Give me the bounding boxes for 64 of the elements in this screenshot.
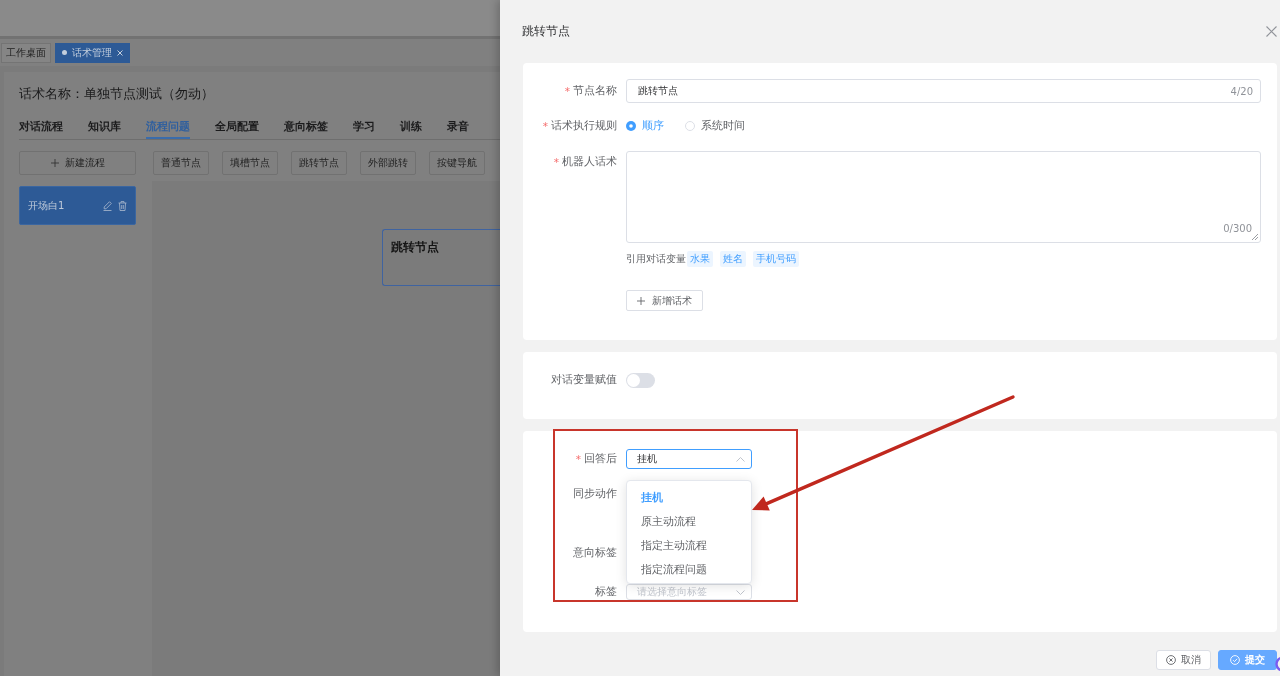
- trash-icon[interactable]: [118, 200, 127, 211]
- variables-label: 引用对话变量: [626, 252, 686, 266]
- dropdown-option[interactable]: 挂机: [627, 485, 751, 509]
- radio-icon[interactable]: [626, 121, 636, 131]
- plus-icon: [637, 296, 645, 305]
- required-mark: *: [564, 85, 570, 97]
- radio-option[interactable]: 系统时间: [685, 119, 745, 133]
- field-label: 节点名称: [573, 84, 617, 98]
- nav-tab[interactable]: 学习: [353, 118, 375, 139]
- dropdown-option[interactable]: 原主动流程: [627, 509, 751, 533]
- variable-tag[interactable]: 手机号码: [753, 251, 799, 267]
- dropdown-option[interactable]: 指定主动流程: [627, 533, 751, 557]
- field-label: 话术执行规则: [551, 119, 617, 133]
- dot-icon: [62, 50, 67, 55]
- node-type-button[interactable]: 填槽节点: [222, 151, 278, 175]
- chevron-up-icon: [736, 456, 745, 462]
- field-label: 机器人话术: [562, 155, 617, 169]
- chevron-down-icon: [736, 589, 745, 595]
- drawer-title: 跳转节点: [522, 23, 570, 40]
- submit-button[interactable]: 提交: [1218, 650, 1277, 670]
- required-mark: *: [553, 156, 559, 168]
- page-tab[interactable]: 工作桌面: [1, 42, 51, 63]
- node-type-button[interactable]: 普通节点: [153, 151, 209, 175]
- ring-icon: [1274, 656, 1280, 672]
- radio-icon[interactable]: [685, 121, 695, 131]
- required-mark: *: [542, 120, 548, 132]
- nav-tab[interactable]: 知识库: [88, 118, 121, 139]
- char-counter: 0/300: [1223, 223, 1252, 234]
- page-tab[interactable]: 话术管理: [55, 42, 130, 63]
- nav-tab[interactable]: 全局配置: [215, 118, 259, 139]
- text-input[interactable]: 跳转节点 4/20: [626, 79, 1261, 103]
- dropdown-option[interactable]: 指定流程问题: [627, 557, 751, 581]
- field-label: 回答后: [584, 452, 617, 466]
- flow-item[interactable]: 开场白1: [19, 186, 136, 225]
- field-label: 对话变量赋值: [551, 373, 617, 387]
- close-icon[interactable]: [117, 49, 123, 56]
- nav-tab[interactable]: 训练: [400, 118, 422, 139]
- script-title: 话术名称：单独节点测试（勿动）: [19, 86, 214, 102]
- nav-tab[interactable]: 录音: [447, 118, 469, 139]
- required-mark: *: [575, 453, 581, 465]
- select-field[interactable]: 挂机: [626, 449, 752, 469]
- plus-icon: [50, 159, 59, 167]
- close-icon[interactable]: [1266, 26, 1277, 37]
- variable-tag[interactable]: 水果: [687, 251, 713, 267]
- field-label: 标签: [595, 585, 617, 599]
- cancel-button[interactable]: 取消: [1156, 650, 1211, 670]
- variable-tag[interactable]: 姓名: [720, 251, 746, 267]
- nav-tab[interactable]: 对话流程: [19, 118, 63, 139]
- toggle-switch[interactable]: [626, 373, 655, 388]
- char-counter: 4/20: [1230, 85, 1253, 97]
- nav-tab[interactable]: 意向标签: [284, 118, 328, 139]
- check-circle-icon: [1230, 655, 1240, 665]
- field-label: 同步动作: [573, 487, 617, 501]
- field-label: 意向标签: [573, 546, 617, 560]
- resize-handle-icon[interactable]: [1251, 233, 1258, 240]
- radio-option[interactable]: 顺序: [626, 119, 664, 133]
- textarea-field[interactable]: 0/300: [626, 151, 1261, 243]
- node-type-button[interactable]: 跳转节点: [291, 151, 347, 175]
- pencil-icon[interactable]: [103, 200, 112, 211]
- add-script-button[interactable]: 新增话术: [626, 290, 703, 311]
- node-type-button[interactable]: 外部跳转: [360, 151, 416, 175]
- new-flow-button[interactable]: 新建流程: [19, 151, 136, 175]
- close-circle-icon: [1166, 655, 1176, 665]
- node-type-button[interactable]: 按键导航: [429, 151, 485, 175]
